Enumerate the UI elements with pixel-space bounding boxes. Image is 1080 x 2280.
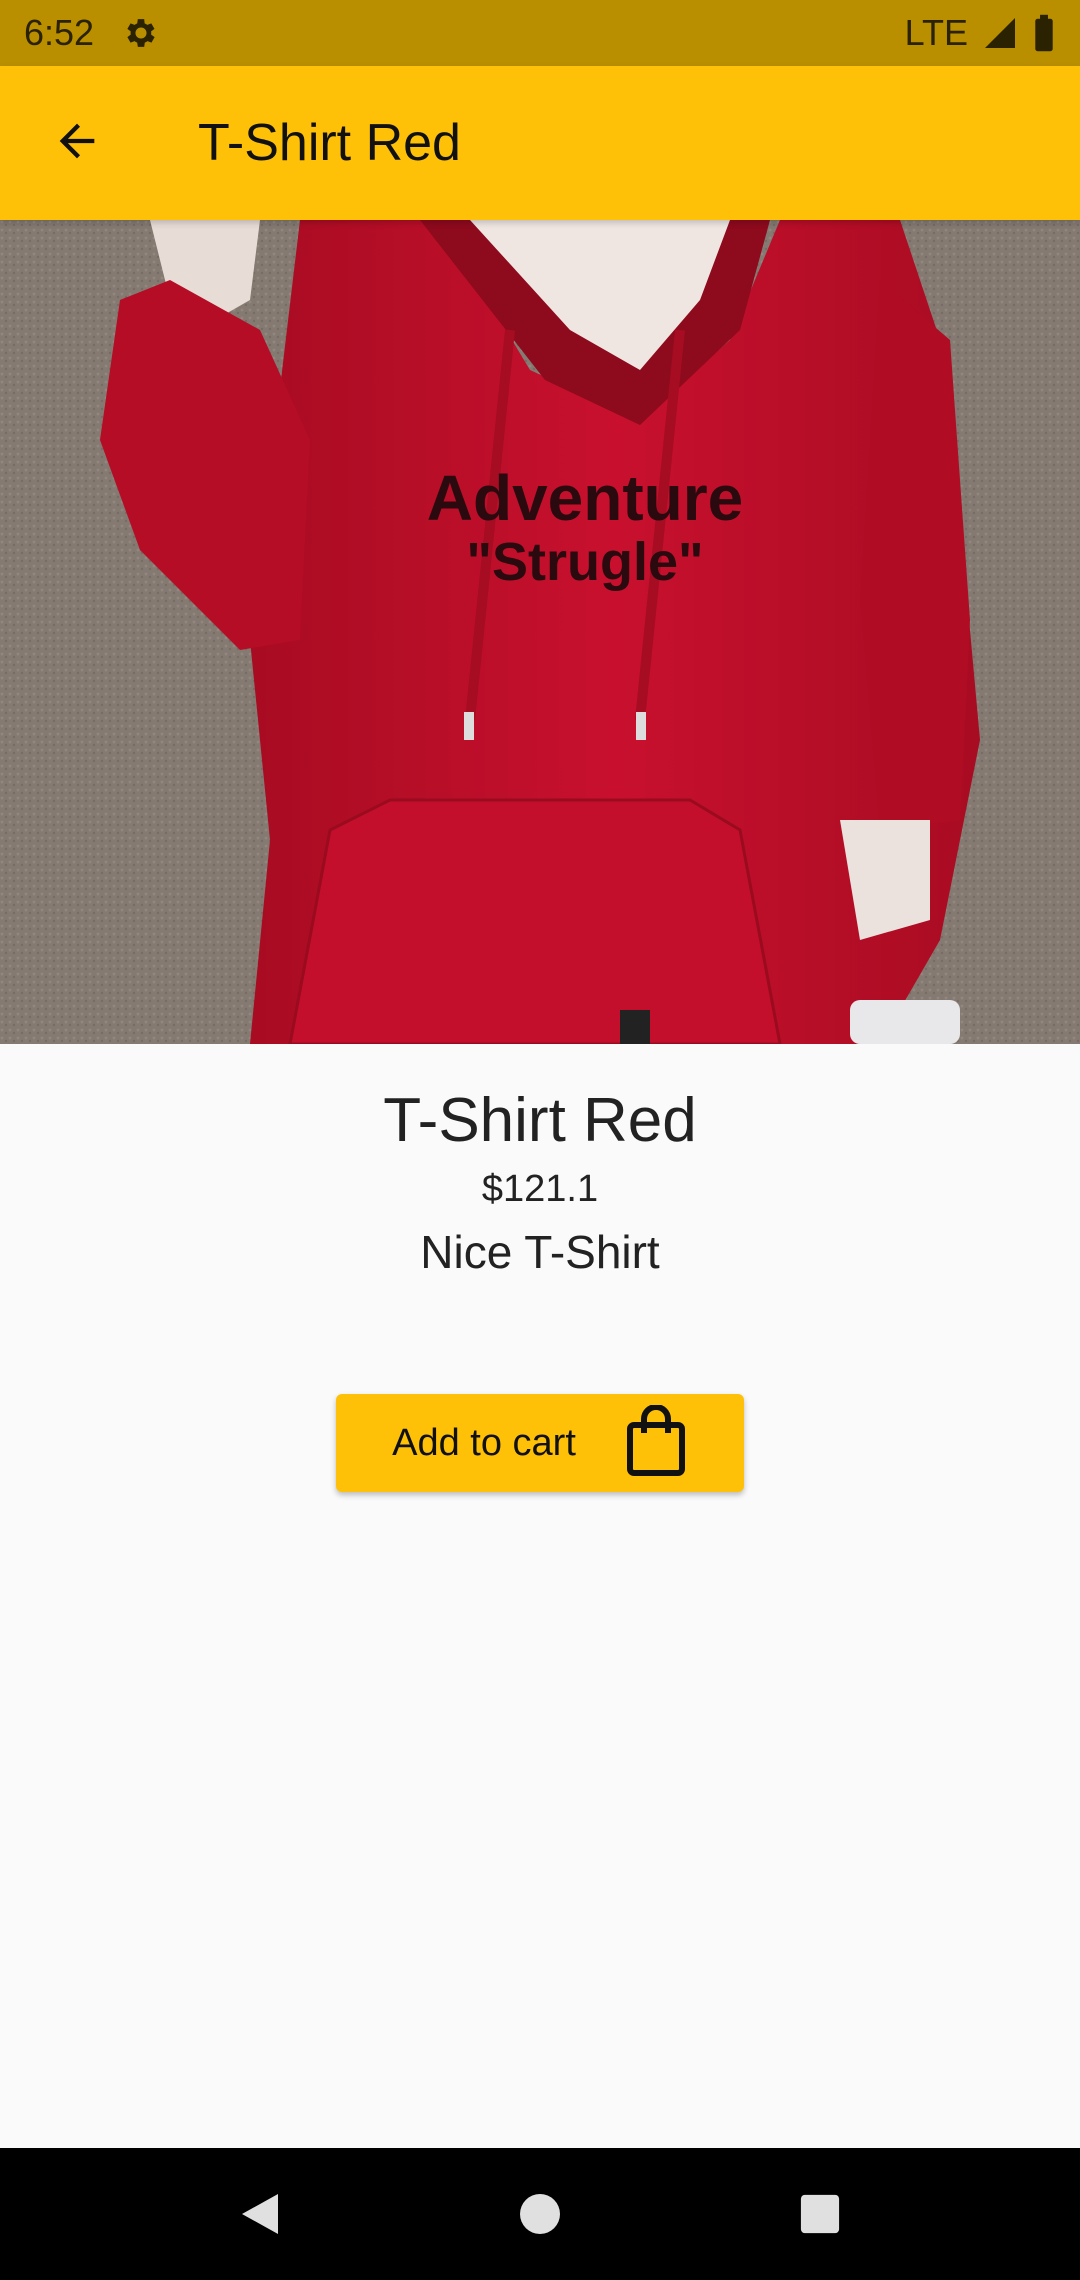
back-button[interactable] <box>0 66 154 220</box>
product-image: Adventure "Strugle" <box>0 220 1080 1044</box>
hoodie-print-line2: "Strugle" <box>466 532 703 592</box>
add-to-cart-label: Add to cart <box>392 1421 576 1464</box>
status-time: 6:52 <box>24 12 95 53</box>
product-name: T-Shirt Red <box>383 1086 697 1155</box>
shopping-bag-icon <box>624 1403 688 1482</box>
nav-home-icon[interactable] <box>495 2169 585 2259</box>
page-title: T-Shirt Red <box>198 114 461 172</box>
battery-icon <box>1032 14 1056 52</box>
product-details: T-Shirt Red $121.1 Nice T-Shirt <box>0 1044 1080 1279</box>
system-nav-bar <box>0 2148 1080 2280</box>
network-label: LTE <box>904 12 968 53</box>
app-bar: T-Shirt Red <box>0 66 1080 220</box>
nav-back-icon[interactable] <box>215 2169 305 2259</box>
product-description: Nice T-Shirt <box>420 1226 660 1279</box>
arrow-back-icon <box>51 115 103 172</box>
signal-icon <box>982 15 1018 51</box>
status-bar: 6:52 LTE <box>0 0 1080 66</box>
nav-recents-icon[interactable] <box>775 2169 865 2259</box>
add-to-cart-button[interactable]: Add to cart <box>336 1394 744 1492</box>
hoodie-print-line1: Adventure <box>427 462 744 534</box>
product-price: $121.1 <box>481 1168 599 1211</box>
settings-icon <box>122 14 160 52</box>
